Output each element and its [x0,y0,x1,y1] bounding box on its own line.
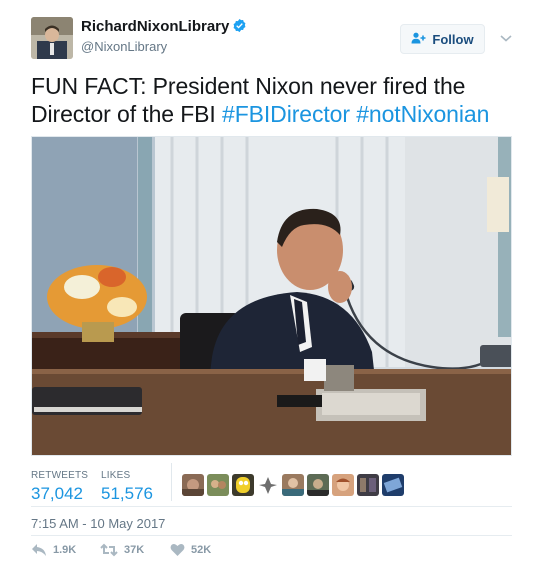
liker-avatar[interactable] [207,474,229,496]
retweets-stat[interactable]: RETWEETS 37,042 [31,470,88,504]
follow-button-label: Follow [432,31,474,47]
tweet-photo[interactable] [31,136,512,456]
like-button[interactable]: 52K [170,543,211,557]
retweets-value[interactable]: 37,042 [31,484,88,504]
reply-count: 1.9K [53,544,77,556]
display-name[interactable]: RichardNixonLibrary [81,18,229,35]
divider [31,535,512,536]
divider [31,506,512,507]
retweet-count: 37K [124,544,145,556]
liker-avatar[interactable] [332,474,354,496]
reply-button[interactable]: 1.9K [31,543,76,557]
liker-avatar[interactable] [282,474,304,496]
retweets-label: RETWEETS [31,470,89,481]
likes-stat[interactable]: LIKES 51,576 [101,470,153,504]
likes-label: LIKES [101,470,131,481]
chevron-down-icon[interactable] [499,31,513,45]
retweet-button[interactable]: 37K [100,543,144,557]
liker-avatar[interactable] [232,474,254,496]
likes-value[interactable]: 51,576 [101,484,153,504]
liker-avatar[interactable] [307,474,329,496]
user-handle[interactable]: @NixonLibrary [81,39,247,54]
tweet-card: RichardNixonLibrary @NixonLibrary Follow… [0,0,537,588]
tweet-timestamp[interactable]: 7:15 AM - 10 May 2017 [31,516,165,531]
retweet-icon [100,543,118,557]
liker-avatar[interactable] [382,474,404,496]
heart-icon [170,543,185,557]
stats-divider [171,463,172,501]
reply-icon [31,543,47,557]
avatar[interactable] [31,17,73,59]
add-user-icon [411,32,427,47]
follow-button[interactable]: Follow [400,24,485,54]
user-names[interactable]: RichardNixonLibrary @NixonLibrary [81,18,247,54]
tweet-text: FUN FACT: President Nixon never fired th… [31,72,521,128]
like-count: 52K [191,544,212,556]
liker-avatar[interactable] [357,474,379,496]
hashtag-fbidirector[interactable]: #FBIDirector [222,101,350,127]
liker-avatar[interactable] [182,474,204,496]
hashtag-notnixonian[interactable]: #notNixonian [356,101,489,127]
liker-avatar[interactable] [257,474,279,496]
verified-badge-icon [232,18,247,33]
